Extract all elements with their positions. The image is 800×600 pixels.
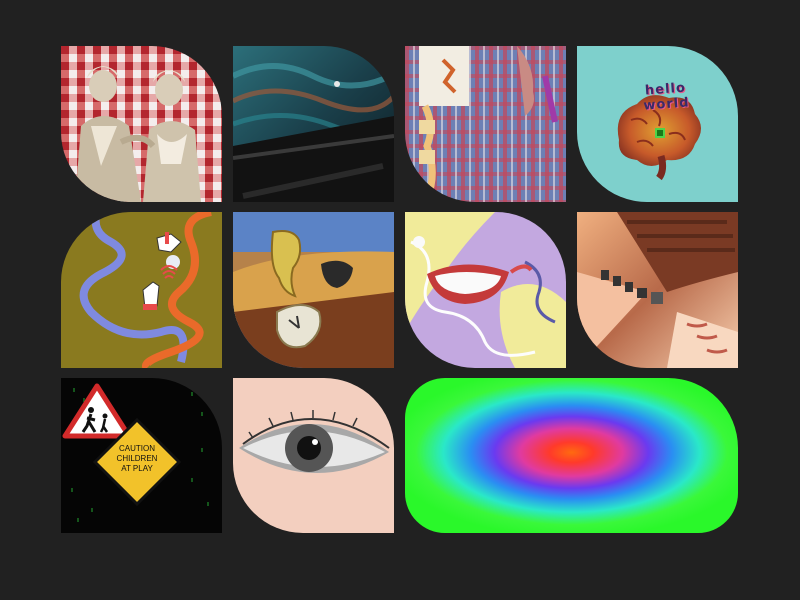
caution-line-2: CHILDREN — [116, 454, 158, 463]
tile-embroidery-plaid[interactable] — [405, 46, 566, 202]
eye-image — [233, 378, 394, 533]
tile-eye[interactable] — [233, 378, 394, 533]
caution-line-1: CAUTION — [119, 444, 155, 453]
tile-smiling-mouth[interactable] — [405, 212, 566, 368]
embroidery-image — [405, 46, 566, 202]
tile-melting-clocks[interactable] — [233, 212, 394, 368]
smiling-mouth-image — [405, 212, 566, 368]
caution-line-3: AT PLAY — [121, 464, 153, 473]
faces-tunnel-image — [577, 212, 738, 368]
vintage-women-image — [61, 46, 222, 202]
brain-image — [577, 46, 738, 202]
tile-hands-wifi[interactable] — [61, 212, 222, 368]
hello-world-text: hello world — [642, 80, 691, 114]
tile-heatmap-gradient[interactable] — [405, 378, 738, 533]
tile-vintage-women-gingham[interactable] — [61, 46, 222, 202]
tile-caution-children[interactable]: CAUTION CHILDREN AT PLAY — [61, 378, 222, 533]
tile-brain-hello-world[interactable]: hello world — [577, 46, 738, 202]
hands-wifi-image — [61, 212, 222, 368]
tile-textured-fabric[interactable] — [233, 46, 394, 202]
fabric-image — [233, 46, 394, 202]
tile-faces-tunnel[interactable] — [577, 212, 738, 368]
melting-clocks-image — [233, 212, 394, 368]
caution-sign-text: CAUTION CHILDREN AT PLAY — [111, 444, 163, 474]
heatmap-image — [405, 378, 738, 533]
